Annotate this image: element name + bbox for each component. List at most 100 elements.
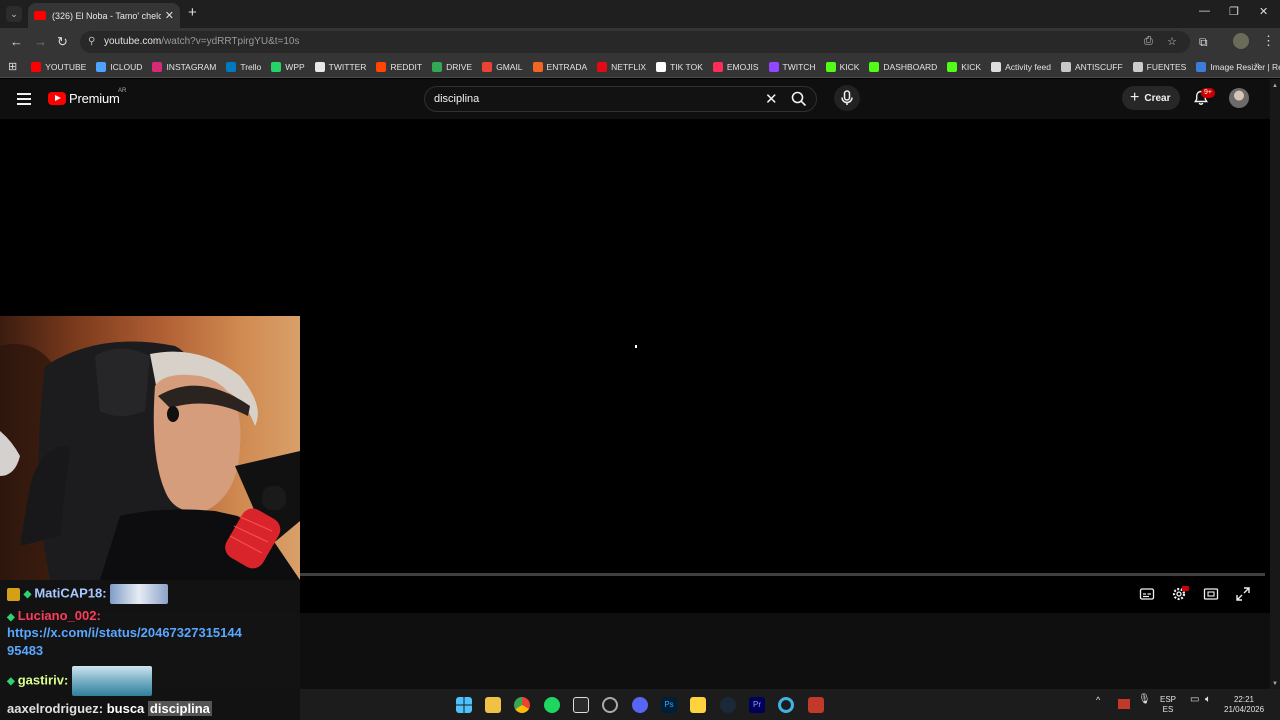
create-button[interactable]: + Crear	[1122, 86, 1180, 110]
bookmark-kick[interactable]: KICK	[825, 61, 859, 72]
settings-gear-icon[interactable]	[1171, 586, 1189, 602]
bookmark-reddit[interactable]: REDDIT	[376, 61, 422, 72]
obs-icon[interactable]	[602, 697, 618, 713]
bookmark-kick[interactable]: KICK	[947, 61, 981, 72]
network-icon[interactable]: ▭	[1190, 695, 1199, 705]
streamer-webcam-image	[0, 341, 300, 580]
clear-search-icon[interactable]: ✕	[765, 90, 778, 108]
bookmark-favicon-icon	[656, 61, 667, 72]
bookmark-gmail[interactable]: GMAIL	[482, 61, 523, 72]
bookmark-netflix[interactable]: NETFLIX	[597, 61, 646, 72]
chat-username: aaxelrodriguez:	[7, 701, 104, 716]
chat-link[interactable]: https://x.com/i/status/20467327315144	[7, 625, 242, 640]
scroll-down-icon[interactable]: ▼	[1272, 681, 1278, 687]
bookmark-dashboard[interactable]: DASHBOARD	[869, 61, 937, 72]
restore-icon[interactable]: ❐	[1229, 5, 1239, 18]
verified-gem-icon: ◆	[7, 676, 15, 688]
bookmark-wpp[interactable]: WPP	[271, 61, 305, 72]
bookmark-favicon-icon	[1132, 61, 1143, 72]
steam-icon[interactable]	[720, 697, 736, 713]
bookmark-image-resizer-resi[interactable]: Image Resizer | Resi...	[1196, 61, 1280, 72]
browser-tab-active[interactable]: (326) El Noba - Tamo' chelo (R ✕	[28, 3, 180, 28]
install-app-icon[interactable]: ⎙	[1144, 35, 1153, 48]
chat-message: ◆ MatiCAP18:	[7, 584, 169, 604]
ccleaner-icon[interactable]	[778, 697, 794, 713]
chat-link-continued[interactable]: 95483	[7, 643, 43, 658]
bookmark-star-icon[interactable]: ☆	[1167, 35, 1177, 48]
bookmark-favicon-icon	[1196, 61, 1207, 72]
tray-overflow-icon[interactable]: ^	[1096, 695, 1100, 705]
verified-gem-icon: ◆	[23, 589, 32, 601]
bookmark-favicon-icon	[597, 61, 608, 72]
bookmark-favicon-icon	[31, 61, 42, 72]
extensions-icon[interactable]: ⧉	[1199, 35, 1208, 50]
epic-games-icon[interactable]	[573, 697, 589, 713]
more-bookmarks-icon[interactable]: »	[1254, 60, 1260, 71]
file-explorer-icon[interactable]	[485, 697, 501, 713]
bookmark-antiscuff[interactable]: ANTISCUFF	[1060, 61, 1123, 72]
bookmark-favicon-icon	[1060, 61, 1071, 72]
hamburger-menu-icon[interactable]	[17, 93, 31, 105]
bookmark-youtube[interactable]: YOUTUBE	[31, 61, 86, 72]
bookmark-favicon-icon	[532, 61, 543, 72]
tray-mic-icon[interactable]: 🎙︎	[1138, 695, 1151, 705]
fullscreen-icon[interactable]	[1235, 586, 1251, 602]
window-close-icon[interactable]: ✕	[1259, 5, 1268, 18]
theater-mode-icon[interactable]	[1203, 586, 1219, 602]
premiere-icon[interactable]: Pr	[749, 697, 765, 713]
reload-icon[interactable]: ↻	[57, 34, 68, 50]
volume-icon[interactable]: 🔈︎	[1205, 695, 1211, 705]
microphone-icon	[841, 90, 853, 105]
tray-app-icon[interactable]	[1118, 699, 1130, 709]
bookmark-entrada[interactable]: ENTRADA	[532, 61, 587, 72]
forward-icon[interactable]: →	[34, 34, 47, 49]
tab-search-button[interactable]: ⌄	[6, 6, 22, 22]
chrome-icon[interactable]	[514, 697, 530, 713]
windows-start-icon[interactable]	[456, 697, 472, 713]
spotify-icon[interactable]	[544, 697, 560, 713]
address-bar[interactable]: ⚲ youtube.com/watch?v=ydRRTpirgYU&t=10s …	[80, 31, 1190, 53]
back-icon[interactable]: ←	[10, 34, 23, 49]
site-info-icon[interactable]: ⚲	[88, 36, 95, 47]
bookmark-twitch[interactable]: TWITCH	[768, 61, 816, 72]
bookmark-instagram[interactable]: INSTAGRAM	[152, 61, 216, 72]
chat-username: MatiCAP18:	[34, 585, 107, 601]
photoshop-icon[interactable]: Ps	[661, 697, 677, 713]
video-progress-bar[interactable]	[300, 573, 1265, 576]
scroll-up-icon[interactable]: ▲	[1272, 83, 1278, 89]
voicemeeter-icon[interactable]	[808, 697, 824, 713]
logo-text: Premium	[69, 91, 120, 106]
minimize-icon[interactable]: —	[1199, 5, 1210, 17]
discord-icon[interactable]	[632, 697, 648, 713]
plus-icon: +	[1130, 89, 1140, 106]
chat-highlight-text: disciplina	[147, 701, 212, 716]
youtube-premium-logo[interactable]: Premium AR	[48, 88, 126, 106]
language-indicator[interactable]: ESP ES	[1160, 695, 1176, 715]
bookmark-trello[interactable]: Trello	[226, 61, 261, 72]
chrome-menu-icon[interactable]: ⋮	[1262, 33, 1275, 49]
bookmarks-bar: ⊞ YOUTUBE ICLOUD INSTAGRAM Trello WPP TWITTER…	[0, 56, 1280, 78]
search-input[interactable]	[434, 91, 754, 107]
clock[interactable]: 22:21 21/04/2026	[1224, 695, 1264, 715]
new-tab-button[interactable]: +	[188, 4, 197, 21]
apps-grid-icon[interactable]: ⊞	[8, 60, 17, 73]
bookmark-favicon-icon	[376, 61, 387, 72]
voice-search-button[interactable]	[834, 85, 860, 111]
bookmark-favicon-icon	[432, 61, 443, 72]
bookmark-activity-feed[interactable]: Activity feed	[991, 61, 1051, 72]
close-tab-icon[interactable]: ✕	[165, 9, 174, 22]
sticky-notes-icon[interactable]	[690, 697, 706, 713]
search-icon[interactable]	[791, 91, 807, 107]
page-scrollbar[interactable]: ▲ ▼	[1270, 79, 1280, 689]
subscriber-badge-icon	[7, 587, 20, 601]
profile-icon[interactable]	[1233, 33, 1249, 49]
bookmark-tik-tok[interactable]: TIK TOK	[656, 61, 703, 72]
bookmark-fuentes[interactable]: FUENTES	[1132, 61, 1186, 72]
bookmark-icloud[interactable]: ICLOUD	[96, 61, 142, 72]
chat-message: ◆ gastiriv:	[7, 666, 152, 696]
bookmark-twitter[interactable]: TWITTER	[314, 61, 366, 72]
bookmark-drive[interactable]: DRIVE	[432, 61, 472, 72]
bookmark-emojis[interactable]: EMOJIS	[712, 61, 759, 72]
subtitles-icon[interactable]	[1139, 586, 1155, 602]
account-avatar[interactable]	[1229, 88, 1249, 108]
